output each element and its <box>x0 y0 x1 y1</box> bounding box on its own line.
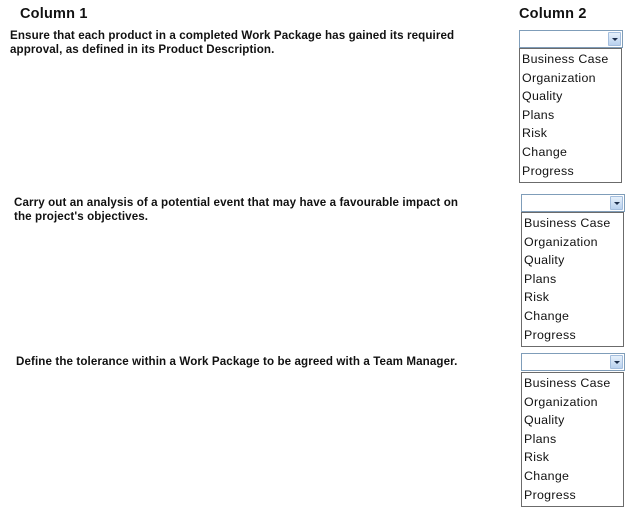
option-plans[interactable]: Plans <box>520 106 621 125</box>
chevron-down-icon <box>614 202 620 205</box>
chevron-down-icon <box>612 38 618 41</box>
option-organization[interactable]: Organization <box>522 393 623 412</box>
option-risk[interactable]: Risk <box>522 288 623 307</box>
prompt-2-line-2: the project's objectives. <box>14 210 149 223</box>
column-1-header: Column 1 <box>20 6 88 22</box>
options-list-1[interactable]: Business Case Organization Quality Plans… <box>519 48 622 184</box>
prompt-1: Ensure that each product in a completed … <box>10 29 500 57</box>
option-organization[interactable]: Organization <box>522 233 623 252</box>
option-change[interactable]: Change <box>520 143 621 162</box>
answer-select-2-dropdown-button[interactable] <box>610 196 623 210</box>
option-progress[interactable]: Progress <box>522 326 623 345</box>
answer-select-2[interactable] <box>521 194 625 212</box>
option-change[interactable]: Change <box>522 307 623 326</box>
prompt-2: Carry out an analysis of a potential eve… <box>14 196 504 224</box>
option-plans[interactable]: Plans <box>522 270 623 289</box>
options-list-2[interactable]: Business Case Organization Quality Plans… <box>521 212 624 348</box>
prompt-3: Define the tolerance within a Work Packa… <box>16 355 506 369</box>
column-2-header: Column 2 <box>519 6 587 22</box>
option-quality[interactable]: Quality <box>522 251 623 270</box>
option-quality[interactable]: Quality <box>520 87 621 106</box>
option-organization[interactable]: Organization <box>520 69 621 88</box>
options-list-3[interactable]: Business Case Organization Quality Plans… <box>521 372 624 507</box>
prompt-2-line-1: Carry out an analysis of a potential eve… <box>14 196 459 209</box>
answer-select-3-dropdown-button[interactable] <box>610 355 623 369</box>
option-progress[interactable]: Progress <box>520 162 621 181</box>
option-business-case[interactable]: Business Case <box>520 50 621 69</box>
answer-select-1[interactable] <box>519 30 623 48</box>
option-risk[interactable]: Risk <box>520 124 621 143</box>
option-change[interactable]: Change <box>522 467 623 486</box>
chevron-down-icon <box>614 361 620 364</box>
option-business-case[interactable]: Business Case <box>522 374 623 393</box>
option-business-case[interactable]: Business Case <box>522 214 623 233</box>
option-quality[interactable]: Quality <box>522 411 623 430</box>
prompt-1-line-1: Ensure that each product in a completed … <box>10 29 455 42</box>
option-risk[interactable]: Risk <box>522 448 623 467</box>
option-plans[interactable]: Plans <box>522 430 623 449</box>
answer-select-1-dropdown-button[interactable] <box>608 32 621 46</box>
prompt-1-line-2: approval, as defined in its Product Desc… <box>10 43 275 56</box>
prompt-3-line-1: Define the tolerance within a Work Packa… <box>16 355 458 368</box>
option-progress[interactable]: Progress <box>522 486 623 505</box>
answer-select-3[interactable] <box>521 353 625 371</box>
